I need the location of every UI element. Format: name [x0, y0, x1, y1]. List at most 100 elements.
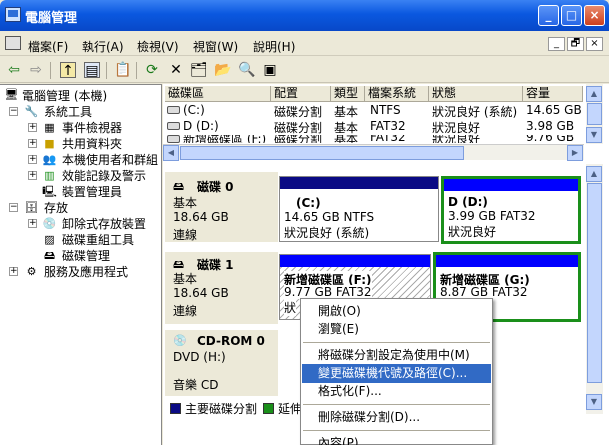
menu-bar: 檔案(F) 執行(A) 檢視(V) 視窗(W) 說明(H) _ 🗗 × — [0, 31, 609, 56]
expand-storage[interactable]: − — [9, 203, 18, 212]
expand-removable[interactable]: + — [28, 219, 37, 228]
tree-storage[interactable]: 存放 — [44, 199, 68, 216]
services-icon: ⚙ — [26, 265, 37, 278]
table-row[interactable]: D (D:) 磁碟分割 基本 FAT32 狀況良好 3.98 GB — [163, 119, 583, 135]
scroll-down-icon[interactable]: ▼ — [586, 127, 602, 143]
cdrom-icon: 💿 — [173, 334, 187, 347]
show-hide-tree-icon[interactable]: ▤ — [84, 62, 100, 79]
shared-folder-icon: ■ — [44, 137, 55, 150]
scroll-left-icon[interactable]: ◀ — [163, 145, 179, 161]
window-title: 電腦管理 — [25, 11, 78, 26]
col-layout[interactable]: 配置 — [271, 86, 331, 102]
partition-d[interactable]: D (D:) 3.99 GB FAT32 狀況良好 — [441, 176, 581, 244]
menu-help[interactable]: 說明(H) — [253, 38, 295, 55]
tree-defrag[interactable]: 磁碟重組工具 — [62, 231, 134, 248]
refresh-icon[interactable]: ⟳ — [144, 62, 160, 78]
tree-root[interactable]: 電腦管理 (本機) — [22, 87, 107, 104]
tree-local-users[interactable]: 本機使用者和群組 — [62, 151, 158, 168]
disk-0-label[interactable]: 🖴 磁碟 0 基本 18.64 GB 連線 — [165, 172, 278, 242]
close-button[interactable]: × — [584, 5, 605, 26]
mdi-restore-button[interactable]: 🗗 — [567, 37, 584, 51]
menu-item-format[interactable]: 格式化(F)... — [302, 382, 491, 401]
menu-item-explore[interactable]: 瀏覽(E) — [302, 320, 491, 339]
cdrom-0-label[interactable]: 💿 CD-ROM 0 DVD (H:) 音樂 CD — [165, 330, 278, 396]
scroll-up-icon[interactable]: ▲ — [586, 166, 602, 182]
computer-icon: 🖥 — [4, 88, 19, 101]
removable-storage-icon: 💿 — [42, 217, 57, 230]
event-viewer-icon: ▦ — [44, 121, 55, 134]
col-type[interactable]: 類型 — [331, 86, 365, 102]
open-icon[interactable]: 🗂 — [190, 62, 208, 78]
toolbar: ⇦ ⇨ ↑ ▤ 📋 ⟳ ✕ 🗂 📂 🔍 ▣ — [0, 57, 609, 83]
table-row[interactable]: (C:) 磁碟分割 基本 NTFS 狀況良好 (系統) 14.65 GB — [163, 103, 583, 119]
title-bar[interactable]: 電腦管理 _ □ × — [0, 0, 609, 31]
drive-icon — [167, 122, 180, 130]
back-arrow-icon[interactable]: ⇦ — [6, 62, 22, 78]
performance-icon: ▥ — [44, 169, 55, 182]
col-volume[interactable]: 磁碟區 — [165, 86, 271, 102]
table-row[interactable]: 新增磁碟區 (F:) 磁碟分割 基本 FAT32 狀況良好 9.76 GB — [163, 135, 583, 143]
tree-system-tools[interactable]: 系統工具 — [44, 103, 92, 120]
mdi-close-button[interactable]: × — [586, 37, 603, 51]
menu-item-properties[interactable]: 內容(P) — [302, 434, 491, 445]
search-icon[interactable]: 🔍 — [238, 62, 255, 78]
users-icon: 👥 — [42, 153, 57, 166]
tree-services[interactable]: 服務及應用程式 — [44, 263, 128, 280]
expand-perf-logs[interactable]: + — [28, 171, 37, 180]
delete-icon[interactable]: ✕ — [168, 62, 184, 78]
computer-management-icon — [5, 7, 21, 22]
col-status[interactable]: 狀態 — [429, 86, 523, 102]
minimize-button[interactable]: _ — [538, 5, 559, 26]
col-filesystem[interactable]: 檔案系統 — [365, 86, 429, 102]
storage-icon: 🗄 — [24, 201, 39, 214]
tree-device-manager[interactable]: 裝置管理員 — [62, 183, 122, 200]
scroll-thumb[interactable] — [587, 103, 602, 125]
menu-item-delete-partition[interactable]: 刪除磁碟分割(D)... — [302, 408, 491, 427]
tree-perf-logs[interactable]: 效能記錄及警示 — [62, 167, 146, 184]
scroll-thumb[interactable] — [587, 183, 602, 383]
scroll-right-icon[interactable]: ▶ — [567, 145, 583, 161]
tools-icon: 🔧 — [24, 105, 39, 118]
scroll-thumb[interactable] — [180, 146, 464, 160]
graph-vertical-scrollbar[interactable]: ▲ ▼ — [586, 164, 603, 414]
expand-event-viewer[interactable]: + — [28, 123, 37, 132]
properties-icon[interactable]: 📋 — [114, 62, 131, 78]
up-folder-icon[interactable]: ↑ — [60, 62, 76, 79]
forward-arrow-icon[interactable]: ⇨ — [28, 62, 44, 78]
help-icon[interactable]: ▣ — [262, 62, 278, 78]
menu-file[interactable]: 檔案(F) — [28, 38, 68, 55]
context-menu: 開啟(O) 瀏覽(E) 將磁碟分割設定為使用中(M) 變更磁碟機代號及路徑(C)… — [300, 298, 493, 445]
list-horizontal-scrollbar[interactable]: ◀ ▶ — [163, 144, 584, 161]
list-vertical-scrollbar[interactable]: ▲ ▼ — [586, 84, 603, 144]
menu-window[interactable]: 視窗(W) — [193, 38, 238, 55]
expand-system-tools[interactable]: − — [9, 107, 18, 116]
drive-icon — [167, 135, 180, 143]
maximize-button[interactable]: □ — [561, 5, 582, 26]
tree-removable-storage[interactable]: 卸除式存放裝置 — [62, 215, 146, 232]
tree-shared-folders[interactable]: 共用資料夾 — [62, 135, 122, 152]
console-tree: 🖥 電腦管理 (本機) − 🔧 系統工具 + ▦ 事件檢視器 + ■ 共用資料夾… — [0, 84, 162, 445]
partition-c[interactable]: (C:) 14.65 GB NTFS 狀況良好 (系統) — [279, 176, 439, 242]
scroll-down-icon[interactable]: ▼ — [586, 394, 602, 410]
legend-extended-swatch — [263, 403, 274, 414]
console-icon[interactable] — [5, 36, 21, 50]
expand-local-users[interactable]: + — [28, 155, 37, 164]
col-capacity[interactable]: 容量 — [523, 86, 583, 102]
menu-item-mark-active[interactable]: 將磁碟分割設定為使用中(M) — [302, 346, 491, 365]
legend-extended: 延伸 — [278, 402, 303, 416]
defrag-icon: ▨ — [44, 233, 55, 246]
menu-item-open[interactable]: 開啟(O) — [302, 302, 491, 321]
legend-primary: 主要磁碟分割 — [185, 402, 258, 416]
menu-view[interactable]: 檢視(V) — [137, 38, 179, 55]
menu-item-change-drive-letter[interactable]: 變更磁碟機代號及路徑(C)... — [302, 364, 491, 383]
explore-icon[interactable]: 📂 — [214, 62, 231, 78]
scroll-up-icon[interactable]: ▲ — [586, 86, 602, 102]
drive-icon — [167, 106, 180, 114]
expand-services[interactable]: + — [9, 267, 18, 276]
expand-shared-folders[interactable]: + — [28, 139, 37, 148]
mdi-minimize-button[interactable]: _ — [548, 37, 565, 51]
menu-action[interactable]: 執行(A) — [82, 38, 124, 55]
tree-disk-management[interactable]: 磁碟管理 — [62, 247, 110, 264]
tree-event-viewer[interactable]: 事件檢視器 — [62, 119, 122, 136]
disk-1-label[interactable]: 🖴 磁碟 1 基本 18.64 GB 連線 — [165, 252, 278, 324]
